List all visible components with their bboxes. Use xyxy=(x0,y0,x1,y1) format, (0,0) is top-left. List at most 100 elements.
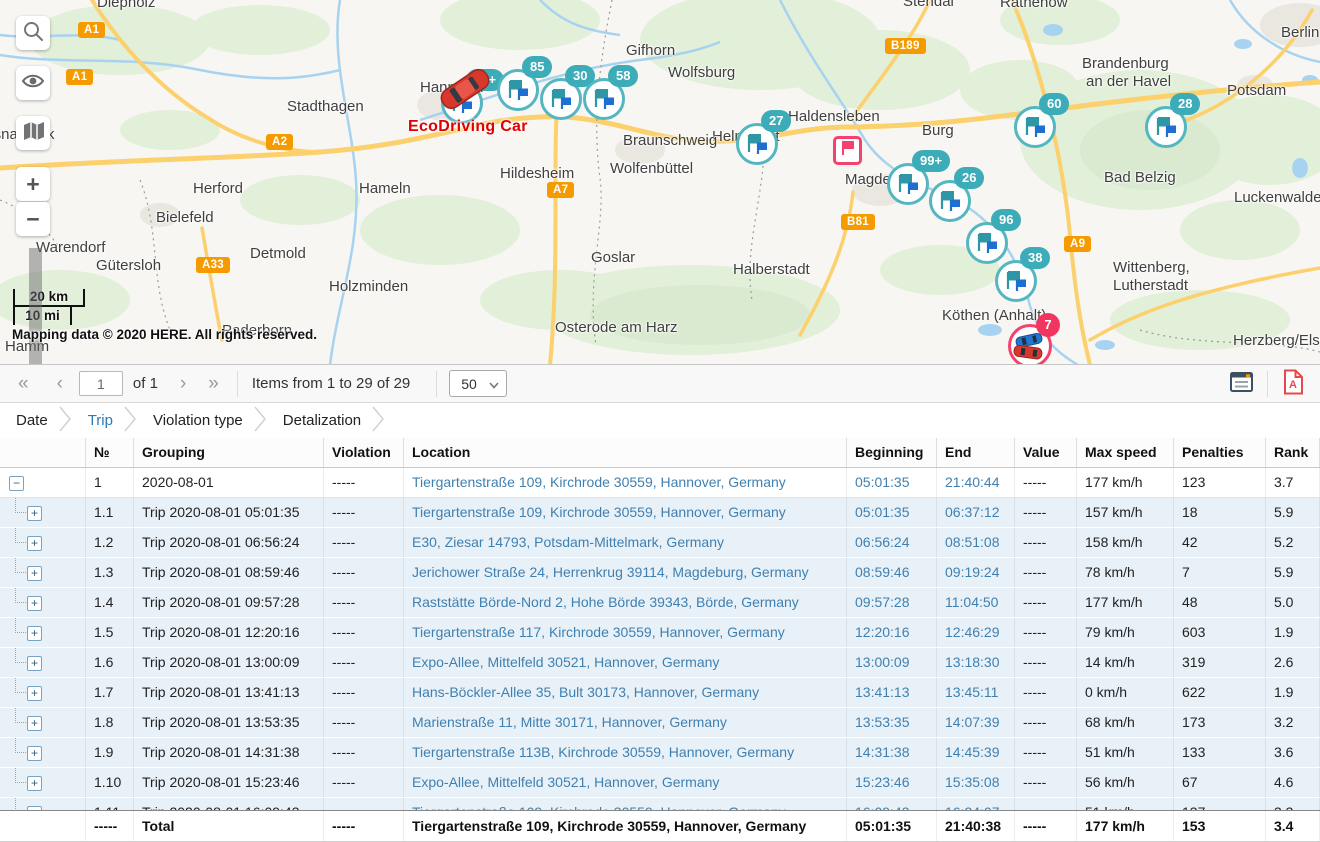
breadcrumb-level-trip[interactable]: Trip xyxy=(88,412,113,429)
export-pdf-button[interactable]: A xyxy=(1276,369,1310,399)
end-cell[interactable]: 21:40:44 xyxy=(937,468,1015,497)
expand-toggle[interactable]: + xyxy=(27,566,42,581)
value-cell: ----- xyxy=(1015,798,1077,810)
violation-cell: ----- xyxy=(324,738,404,767)
beginning-cell[interactable]: 13:00:09 xyxy=(847,648,937,677)
zoom-in-button[interactable]: + xyxy=(16,167,50,201)
map-cluster-marker[interactable]: 30 xyxy=(540,78,582,120)
max-speed-cell: 51 km/h xyxy=(1077,798,1174,810)
location-link[interactable]: Expo-Allee, Mittelfeld 30521, Hannover, … xyxy=(404,768,847,797)
location-link[interactable]: Tiergartenstraße 113B, Kirchrode 30559, … xyxy=(404,738,847,767)
map-cluster-marker[interactable]: 38 xyxy=(995,260,1037,302)
location-link[interactable]: Hans-Böckler-Allee 35, Bult 30173, Hanno… xyxy=(404,678,847,707)
breadcrumb-level-date[interactable]: Date xyxy=(16,412,48,429)
beginning-cell[interactable]: 12:20:16 xyxy=(847,618,937,647)
last-page-button[interactable]: » xyxy=(204,374,223,393)
location-link[interactable]: Tiergartenstraße 117, Kirchrode 30559, H… xyxy=(404,618,847,647)
table-view-button[interactable] xyxy=(1225,369,1259,399)
map-cluster-marker[interactable]: 28 xyxy=(1145,106,1187,148)
collapse-toggle[interactable]: − xyxy=(9,476,24,491)
beginning-cell[interactable]: 06:56:24 xyxy=(847,528,937,557)
end-cell[interactable]: 15:35:08 xyxy=(937,768,1015,797)
beginning-cell[interactable]: 15:23:46 xyxy=(847,768,937,797)
map-scale: 20 km 10 mi xyxy=(13,289,85,325)
first-page-button[interactable]: « xyxy=(14,374,33,393)
beginning-cell[interactable]: 16:09:43 xyxy=(847,798,937,810)
map[interactable]: DiepholzStendalRathenowBerlinGifhornWolf… xyxy=(0,0,1320,365)
expand-toggle[interactable]: + xyxy=(27,686,42,701)
end-cell[interactable]: 13:18:30 xyxy=(937,648,1015,677)
expand-toggle[interactable]: + xyxy=(27,596,42,611)
expand-toggle[interactable]: + xyxy=(27,806,42,810)
expand-toggle[interactable]: + xyxy=(27,626,42,641)
end-cell[interactable]: 16:24:07 xyxy=(937,798,1015,810)
end-cell[interactable]: 12:46:29 xyxy=(937,618,1015,647)
map-visibility-button[interactable] xyxy=(16,66,50,100)
max-speed-cell: 68 km/h xyxy=(1077,708,1174,737)
expand-toggle[interactable]: + xyxy=(27,716,42,731)
expand-toggle[interactable]: + xyxy=(27,746,42,761)
map-cluster-marker[interactable]: 99+ xyxy=(887,163,929,205)
zoom-out-button[interactable]: − xyxy=(16,202,50,236)
expand-cell: + xyxy=(0,678,86,707)
car-cluster-marker[interactable]: 7 xyxy=(1008,324,1052,365)
map-city-label: Wittenberg, xyxy=(1113,259,1190,276)
beginning-cell[interactable]: 14:31:38 xyxy=(847,738,937,767)
map-cluster-marker[interactable]: 58 xyxy=(583,78,625,120)
beginning-cell[interactable]: 08:59:46 xyxy=(847,558,937,587)
penalties-cell: 173 xyxy=(1174,708,1266,737)
location-link[interactable]: E30, Ziesar 14793, Potsdam-Mittelmark, G… xyxy=(404,528,847,557)
map-layers-button[interactable] xyxy=(16,116,50,150)
next-page-button[interactable]: › xyxy=(176,374,190,393)
expand-toggle[interactable]: + xyxy=(27,536,42,551)
expand-toggle[interactable]: + xyxy=(27,656,42,671)
end-cell[interactable]: 13:45:11 xyxy=(937,678,1015,707)
beginning-cell[interactable]: 09:57:28 xyxy=(847,588,937,617)
value-cell: ----- xyxy=(1015,588,1077,617)
total-max-speed-cell: 177 km/h xyxy=(1077,811,1174,841)
end-cell[interactable]: 14:45:39 xyxy=(937,738,1015,767)
expand-toggle[interactable]: + xyxy=(27,776,42,791)
map-city-label: Osterode am Harz xyxy=(555,319,678,336)
map-city-label: Haldensleben xyxy=(788,108,880,125)
grouping-cell: Trip 2020-08-01 08:59:46 xyxy=(134,558,324,587)
cluster-count-badge: 27 xyxy=(761,110,791,132)
end-cell[interactable]: 09:19:24 xyxy=(937,558,1015,587)
end-cell[interactable]: 11:04:50 xyxy=(937,588,1015,617)
map-cluster-marker[interactable]: 26 xyxy=(929,180,971,222)
beginning-cell[interactable]: 05:01:35 xyxy=(847,498,937,527)
map-cluster-marker[interactable]: 85 xyxy=(497,69,539,111)
end-cell[interactable]: 14:07:39 xyxy=(937,708,1015,737)
location-link[interactable]: Tiergartenstraße 109, Kirchrode 30559, H… xyxy=(404,468,847,497)
rank-cell: 2.6 xyxy=(1266,648,1320,677)
breadcrumb-level-detalization[interactable]: Detalization xyxy=(283,412,361,429)
beginning-cell[interactable]: 13:41:13 xyxy=(847,678,937,707)
penalties-cell: 67 xyxy=(1174,768,1266,797)
map-cluster-marker[interactable]: 27 xyxy=(736,123,778,165)
location-link[interactable]: Raststätte Börde-Nord 2, Hohe Börde 3934… xyxy=(404,588,847,617)
location-link[interactable]: Marienstraße 11, Mitte 30171, Hannover, … xyxy=(404,708,847,737)
end-cell[interactable]: 08:51:08 xyxy=(937,528,1015,557)
breadcrumb-level-violation-type[interactable]: Violation type xyxy=(153,412,243,429)
violation-flag-marker[interactable] xyxy=(833,136,862,165)
page-number-input[interactable] xyxy=(79,371,123,396)
map-search-button[interactable] xyxy=(16,16,50,50)
beginning-cell[interactable]: 13:53:35 xyxy=(847,708,937,737)
beginning-cell[interactable]: 05:01:35 xyxy=(847,468,937,497)
total-rank-cell: 3.4 xyxy=(1266,811,1320,841)
expand-toggle[interactable]: + xyxy=(27,506,42,521)
location-link[interactable]: Tiergartenstraße 109, Kirchrode 30559, H… xyxy=(404,498,847,527)
end-cell[interactable]: 06:37:12 xyxy=(937,498,1015,527)
value-cell: ----- xyxy=(1015,618,1077,647)
location-link[interactable]: Jerichower Straße 24, Herrenkrug 39114, … xyxy=(404,558,847,587)
map-cluster-marker[interactable]: 60 xyxy=(1014,106,1056,148)
map-cluster-marker[interactable]: 96 xyxy=(966,222,1008,264)
map-city-label: Stendal xyxy=(903,0,954,10)
location-link[interactable]: Expo-Allee, Mittelfeld 30521, Hannover, … xyxy=(404,648,847,677)
map-scrollbar[interactable] xyxy=(29,248,42,365)
cluster-count-badge: 38 xyxy=(1020,247,1050,269)
prev-page-button[interactable]: ‹ xyxy=(53,374,67,393)
page-size-select[interactable]: 50 xyxy=(449,370,507,397)
breadcrumb-chevron-icon xyxy=(371,404,387,438)
location-link[interactable]: Tiergartenstraße 109, Kirchrode 30559, H… xyxy=(404,798,847,810)
